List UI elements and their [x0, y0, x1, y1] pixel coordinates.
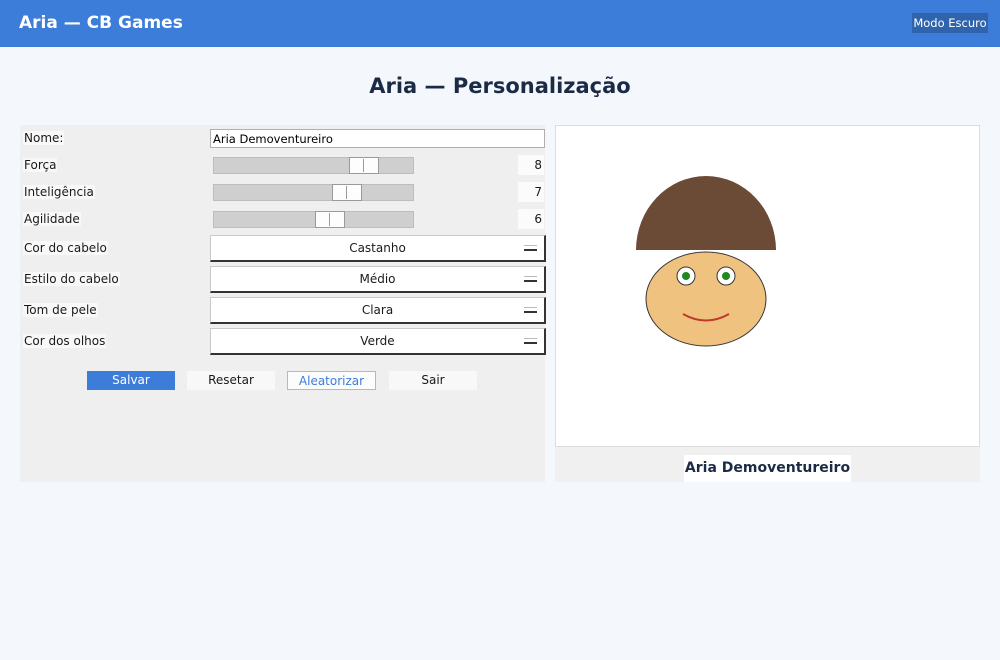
character-hair: [636, 176, 776, 250]
randomize-button[interactable]: Aleatorizar: [287, 371, 376, 390]
intelligence-value: 7: [518, 182, 544, 202]
strength-slider[interactable]: [213, 157, 414, 174]
skin-tone-value: Clara: [361, 303, 394, 317]
exit-button[interactable]: Sair: [389, 371, 477, 390]
left-eye-pupil: [682, 272, 690, 280]
dropdown-arrow-icon: [524, 276, 537, 282]
page-title: Aria — Personalização: [369, 74, 631, 98]
skin-tone-select[interactable]: Clara: [210, 297, 546, 324]
character-face: [645, 251, 767, 347]
reset-button[interactable]: Resetar: [187, 371, 275, 390]
character-preview-panel: Aria Demoventureiro: [555, 125, 980, 482]
strength-label: Força: [23, 158, 58, 172]
dropdown-arrow-icon: [524, 307, 537, 313]
agility-slider-thumb[interactable]: [315, 211, 345, 228]
dark-mode-button[interactable]: Modo Escuro: [912, 13, 988, 33]
top-bar: Aria — CB Games Modo Escuro: [0, 0, 1000, 47]
name-field[interactable]: [210, 129, 545, 148]
dropdown-arrow-icon: [524, 245, 537, 251]
eye-color-select[interactable]: Verde: [210, 328, 546, 355]
dropdown-arrow-icon: [524, 338, 537, 344]
name-label: Nome:: [23, 131, 65, 145]
app-title: Aria — CB Games: [19, 13, 183, 33]
agility-label: Agilidade: [23, 212, 81, 226]
hair-style-value: Médio: [359, 272, 396, 286]
intelligence-label: Inteligência: [23, 185, 95, 199]
eye-color-label: Cor dos olhos: [23, 334, 107, 348]
skin-tone-label: Tom de pele: [23, 303, 98, 317]
hair-color-select[interactable]: Castanho: [210, 235, 546, 262]
agility-slider[interactable]: [213, 211, 414, 228]
save-button[interactable]: Salvar: [87, 371, 175, 390]
right-eye-pupil: [722, 272, 730, 280]
character-preview-canvas: [555, 125, 980, 447]
strength-value: 8: [518, 155, 544, 175]
strength-slider-thumb[interactable]: [349, 157, 379, 174]
intelligence-slider[interactable]: [213, 184, 414, 201]
character-form: Nome: Força 8 Inteligência 7 Agilidade 6…: [20, 125, 546, 482]
hair-style-select[interactable]: Médio: [210, 266, 546, 293]
character-avatar: [636, 176, 776, 347]
intelligence-slider-thumb[interactable]: [332, 184, 362, 201]
preview-character-name: Aria Demoventureiro: [684, 455, 851, 482]
eye-color-value: Verde: [360, 334, 395, 348]
hair-style-label: Estilo do cabelo: [23, 272, 120, 286]
hair-color-label: Cor do cabelo: [23, 241, 108, 255]
agility-value: 6: [518, 209, 544, 229]
hair-color-value: Castanho: [349, 241, 406, 255]
